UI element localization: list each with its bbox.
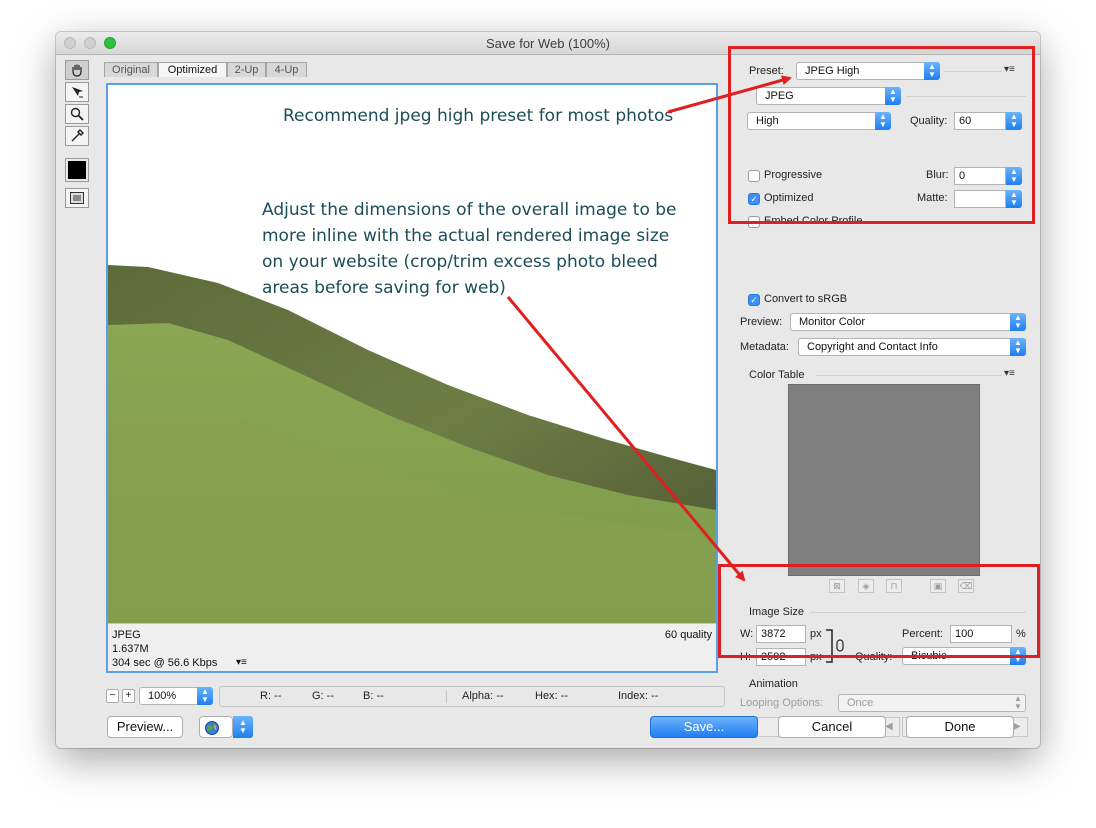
preset-arrow xyxy=(667,75,792,114)
annotation-arrows xyxy=(506,75,792,582)
image-size-arrow xyxy=(506,296,746,582)
